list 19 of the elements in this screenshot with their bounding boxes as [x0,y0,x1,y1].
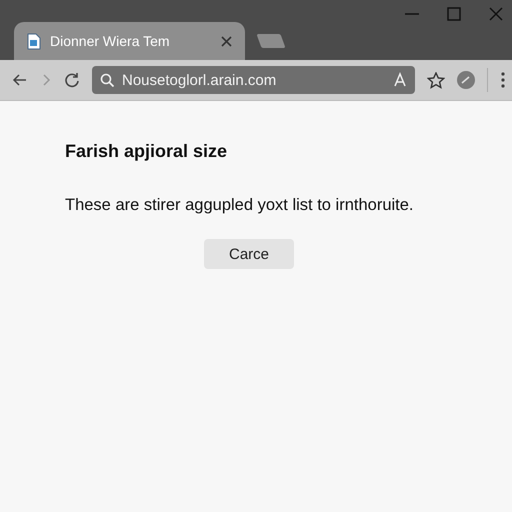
search-icon[interactable] [100,73,114,87]
document-icon[interactable] [26,32,42,50]
cancel-button[interactable]: Carce [204,239,294,269]
dialog-heading: Farish apjioral size [65,141,228,162]
star-icon[interactable] [427,72,445,88]
dialog-message: These are stirer aggupled yoxt list to irnthoruite. [65,196,414,215]
menu-icon[interactable] [500,71,506,89]
close-tab-icon[interactable] [220,34,233,48]
browser-tab[interactable]: Dionner Wiera Tem [14,22,245,60]
profile-icon[interactable] [457,71,475,89]
maximize-icon[interactable] [446,6,462,22]
new-tab-button[interactable] [256,34,286,48]
close-icon[interactable] [488,6,504,22]
address-bar[interactable]: Nousetoglorl.arain.com [92,66,415,94]
reload-icon[interactable] [64,72,80,88]
back-arrow-icon[interactable] [12,72,28,88]
address-text: Nousetoglorl.arain.com [122,72,278,88]
text-size-icon[interactable] [393,72,407,88]
tab-title: Dionner Wiera Tem [50,33,171,49]
